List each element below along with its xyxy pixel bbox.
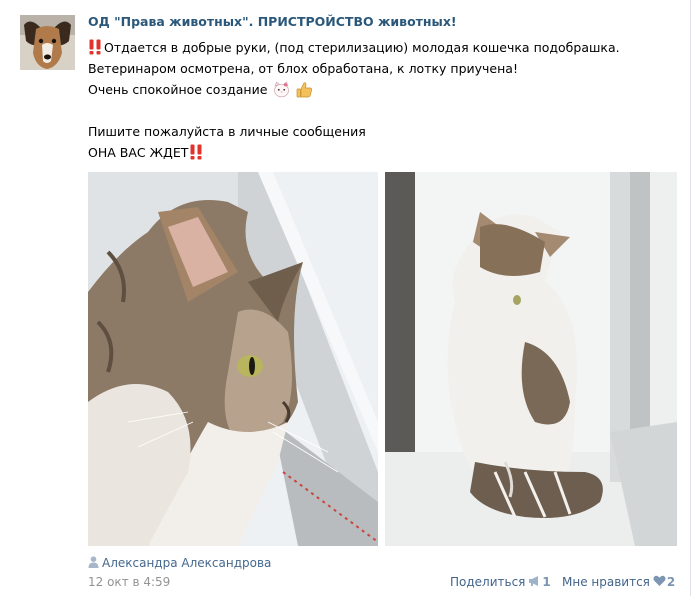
double-exclamation-icon — [88, 39, 102, 55]
share-label: Поделиться — [450, 575, 526, 589]
post-text-line-6-text: ОНА ВАС ЖДЕТ — [88, 145, 189, 160]
post-text-line-3: Очень спокойное создание — [88, 79, 678, 100]
post-text-spacer — [88, 100, 678, 121]
post-text-line-6: ОНА ВАС ЖДЕТ — [88, 142, 678, 163]
signer-name: Александра Александрова — [102, 556, 272, 570]
double-exclamation-icon — [189, 144, 203, 160]
post-date[interactable]: 12 окт в 4:59 — [88, 575, 170, 589]
post-text: Отдается в добрые руки, (под стерилизаци… — [88, 37, 678, 163]
like-count: 2 — [666, 575, 676, 589]
cat-face-icon — [273, 81, 290, 98]
like-label: Мне нравится — [562, 575, 650, 589]
thumbs-up-icon — [296, 81, 313, 98]
post-text-line-1: Отдается в добрые руки, (под стерилизаци… — [88, 37, 678, 58]
wall-post: ОД "Права животных". ПРИСТРОЙСТВО животн… — [0, 0, 699, 596]
post-text-line-1-text: Отдается в добрые руки, (под стерилизаци… — [104, 40, 620, 55]
like-button[interactable]: Мне нравится 2 — [562, 575, 675, 589]
post-text-line-5: Пишите пожалуйста в личные сообщения — [88, 124, 366, 139]
post-signer[interactable]: Александра Александрова — [88, 556, 271, 570]
share-button[interactable]: Поделиться 1 — [450, 575, 551, 589]
post-text-line-3-text: Очень спокойное создание — [88, 82, 268, 97]
post-author-link[interactable]: ОД "Права животных". ПРИСТРОЙСТВО животн… — [88, 14, 457, 29]
user-icon — [88, 556, 99, 568]
share-count: 1 — [542, 575, 551, 589]
post-photo-2[interactable] — [385, 172, 677, 546]
column-divider — [690, 0, 691, 596]
community-avatar[interactable] — [20, 15, 75, 70]
megaphone-icon — [528, 575, 541, 587]
post-text-line-2: Ветеринаром осмотрена, от блох обработан… — [88, 61, 518, 76]
heart-icon — [653, 575, 666, 587]
post-photo-1[interactable] — [88, 172, 378, 546]
